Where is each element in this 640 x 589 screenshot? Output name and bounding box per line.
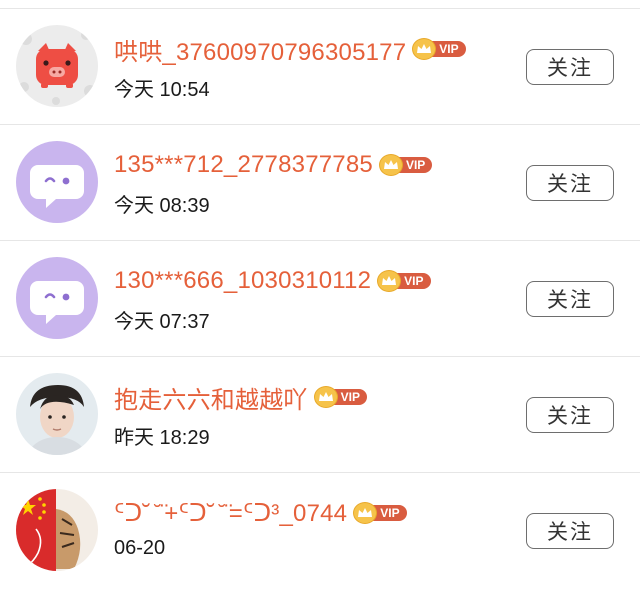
user-name[interactable]: 135***712_2778377785 (114, 151, 373, 179)
crown-icon (378, 154, 403, 176)
list-item[interactable]: 抱走六六和越越吖 VIP 昨天 18:29 关注 (0, 357, 640, 473)
list-item[interactable]: 哄哄_37600970796305177 VIP 今天 10:54 关注 (0, 9, 640, 125)
visit-time: 今天 10:54 (114, 79, 210, 101)
visit-time: 06-20 (114, 537, 166, 559)
list-item[interactable]: 135***712_2778377785 VIP 今天 08:39 关注 (0, 125, 640, 241)
user-name[interactable]: 130***666_1030310112 (114, 267, 371, 295)
crown-icon (313, 386, 338, 408)
vip-badge: VIP (353, 502, 407, 524)
photo-avatar[interactable] (16, 373, 98, 455)
pig-avatar[interactable] (16, 25, 98, 107)
follow-button[interactable]: 关注 (526, 281, 614, 317)
vip-badge: VIP (412, 38, 466, 60)
crown-icon (377, 270, 402, 292)
visit-time: 昨天 18:29 (114, 427, 210, 449)
vip-badge: VIP (378, 154, 433, 176)
user-name[interactable]: ᑦᑐ˘ ̆ ̈+ᑦᑐ˘ ̆ ̈=ᑦᑐ³_0744 (114, 499, 347, 528)
list-item[interactable]: 130***666_1030310112 VIP 今天 07:37 关注 (0, 241, 640, 357)
user-name[interactable]: 抱走六六和越越吖 (114, 380, 308, 415)
chat-bubble-avatar[interactable] (16, 257, 98, 339)
user-list: 哄哄_37600970796305177 VIP 今天 10:54 关注 135… (0, 9, 640, 589)
follow-button[interactable]: 关注 (526, 513, 614, 549)
flag-avatar[interactable] (16, 489, 98, 571)
user-name[interactable]: 哄哄_37600970796305177 (114, 32, 406, 67)
chat-bubble-avatar[interactable] (16, 141, 98, 223)
follow-button[interactable]: 关注 (526, 397, 614, 433)
vip-badge: VIP (313, 386, 367, 408)
follow-button[interactable]: 关注 (526, 165, 614, 201)
visit-time: 今天 08:39 (114, 195, 210, 217)
list-item[interactable]: ᑦᑐ˘ ̆ ̈+ᑦᑐ˘ ̆ ̈=ᑦᑐ³_0744 VIP 06-20 关注 (0, 473, 640, 589)
vip-badge: VIP (377, 270, 431, 292)
visit-time: 今天 07:37 (114, 311, 210, 333)
follow-button[interactable]: 关注 (526, 49, 614, 85)
